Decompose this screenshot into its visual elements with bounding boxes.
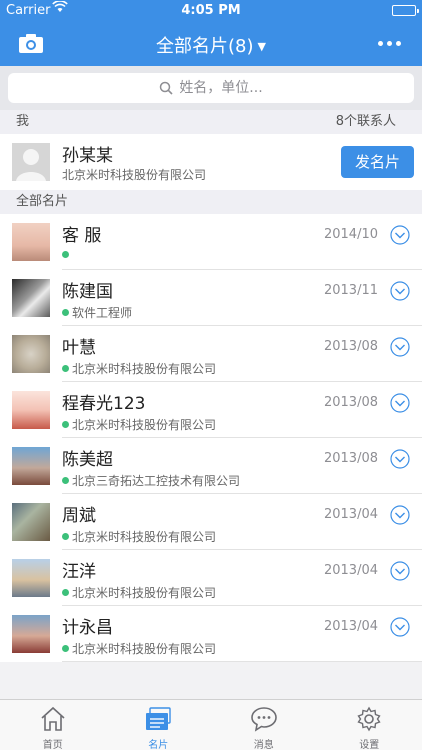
avatar [12, 559, 50, 597]
send-card-button[interactable]: 发名片 [341, 146, 414, 178]
contact-count: 8个联系人 [335, 114, 396, 129]
contact-subtitle: 软件工程师 [62, 304, 132, 321]
search-input[interactable]: 姓名，单位... [8, 73, 414, 103]
search-icon [160, 81, 173, 95]
contact-name: 陈美超 [62, 450, 113, 470]
contact-name: 客 服 [62, 226, 102, 246]
online-dot-icon [62, 645, 69, 652]
all-cards-label: 全部名片 [16, 194, 69, 209]
list-item[interactable]: 陈美超 北京三奇拓达工控技术有限公司 2013/08 [0, 438, 422, 494]
online-dot-icon [62, 533, 69, 540]
me-section-label: 我 [16, 114, 30, 129]
chevron-down-icon[interactable] [390, 225, 410, 245]
contact-date: 2013/04 [323, 563, 378, 578]
avatar [12, 335, 50, 373]
list-item[interactable]: 计永昌 北京米时科技股份有限公司 2013/04 [0, 606, 422, 662]
list-item[interactable]: 周斌 北京米时科技股份有限公司 2013/04 [0, 494, 422, 550]
tab-home[interactable]: 首页 [0, 700, 106, 750]
contact-name: 计永昌 [62, 618, 113, 638]
contact-name: 叶慧 [62, 338, 96, 358]
online-dot-icon [62, 589, 69, 596]
contact-subtitle [62, 248, 72, 262]
tab-bar: 首页 名片 消息 设置 [0, 699, 422, 750]
chevron-down-icon[interactable] [390, 617, 410, 637]
list-item[interactable]: 叶慧 北京米时科技股份有限公司 2013/08 [0, 326, 422, 382]
contact-date: 2013/04 [323, 619, 378, 634]
chevron-down-icon[interactable] [390, 505, 410, 525]
tab-label: 设置 [359, 740, 380, 750]
nav-bar: 全部名片(8) ▼ [0, 22, 422, 66]
contact-name: 陈建国 [62, 282, 113, 302]
avatar [12, 615, 50, 653]
top-bar: Carrier 4:05 PM 全部名片(8) ▼ [0, 0, 422, 66]
contact-list: 客 服 2014/10 陈建国 软件工程师 2013/11 叶慧 北京米时科技股… [0, 214, 422, 662]
contact-subtitle: 北京米时科技股份有限公司 [62, 416, 216, 433]
status-bar: Carrier 4:05 PM [0, 0, 422, 22]
chevron-down-icon[interactable] [390, 561, 410, 581]
contact-subtitle: 北京米时科技股份有限公司 [62, 528, 216, 545]
avatar [12, 143, 50, 181]
contact-subtitle: 北京米时科技股份有限公司 [62, 360, 216, 377]
my-card-row[interactable]: 孙某某 北京米时科技股份有限公司 发名片 [0, 134, 422, 190]
tab-label: 消息 [253, 740, 274, 750]
my-company: 北京米时科技股份有限公司 [62, 168, 207, 182]
contact-subtitle: 北京米时科技股份有限公司 [62, 584, 216, 601]
contact-date: 2013/08 [323, 395, 378, 410]
gear-icon [357, 706, 381, 732]
avatar [12, 447, 50, 485]
contact-date: 2013/08 [323, 339, 378, 354]
contact-subtitle: 北京米时科技股份有限公司 [62, 640, 216, 657]
tab-label: 首页 [42, 740, 63, 750]
online-dot-icon [62, 309, 69, 316]
contact-date: 2014/10 [323, 227, 378, 242]
contact-date: 2013/04 [323, 507, 378, 522]
more-icon [378, 41, 383, 46]
list-item[interactable]: 客 服 2014/10 [0, 214, 422, 270]
contact-name: 程春光123 [62, 394, 146, 414]
contact-subtitle: 北京三奇拓达工控技术有限公司 [62, 472, 240, 489]
avatar [12, 223, 50, 261]
message-icon [250, 707, 277, 732]
tab-settings[interactable]: 设置 [317, 700, 422, 750]
home-icon [41, 706, 65, 731]
contact-date: 2013/11 [323, 283, 378, 298]
search-bar: 姓名，单位... [0, 66, 422, 110]
list-item[interactable]: 陈建国 软件工程师 2013/11 [0, 270, 422, 326]
tab-label: 名片 [148, 740, 169, 750]
all-cards-section-header: 全部名片 [0, 190, 422, 214]
online-dot-icon [62, 421, 69, 428]
online-dot-icon [62, 477, 69, 484]
chevron-down-icon: ▼ [257, 40, 266, 53]
avatar [12, 391, 50, 429]
chevron-down-icon[interactable] [390, 337, 410, 357]
page-title: 全部名片(8) [156, 36, 254, 57]
avatar [12, 503, 50, 541]
my-name: 孙某某 [62, 146, 113, 166]
nav-title-dropdown[interactable]: 全部名片(8) ▼ [0, 32, 422, 58]
contact-date: 2013/08 [323, 451, 378, 466]
battery-icon [392, 5, 419, 16]
contact-name: 周斌 [62, 506, 96, 526]
list-item[interactable]: 程春光123 北京米时科技股份有限公司 2013/08 [0, 382, 422, 438]
contact-name: 汪洋 [62, 562, 96, 582]
list-item[interactable]: 汪洋 北京米时科技股份有限公司 2013/04 [0, 550, 422, 606]
avatar [12, 279, 50, 317]
chevron-down-icon[interactable] [390, 449, 410, 469]
chevron-down-icon[interactable] [390, 281, 410, 301]
cards-icon [146, 707, 171, 730]
online-dot-icon [62, 365, 69, 372]
more-button[interactable] [378, 41, 402, 47]
search-placeholder: 姓名，单位... [179, 80, 263, 96]
me-section-header: 我 8个联系人 [0, 110, 422, 134]
online-dot-icon [62, 251, 69, 258]
chevron-down-icon[interactable] [390, 393, 410, 413]
status-time: 4:05 PM [181, 3, 241, 18]
tab-messages[interactable]: 消息 [211, 700, 317, 750]
tab-cards[interactable]: 名片 [106, 700, 212, 750]
